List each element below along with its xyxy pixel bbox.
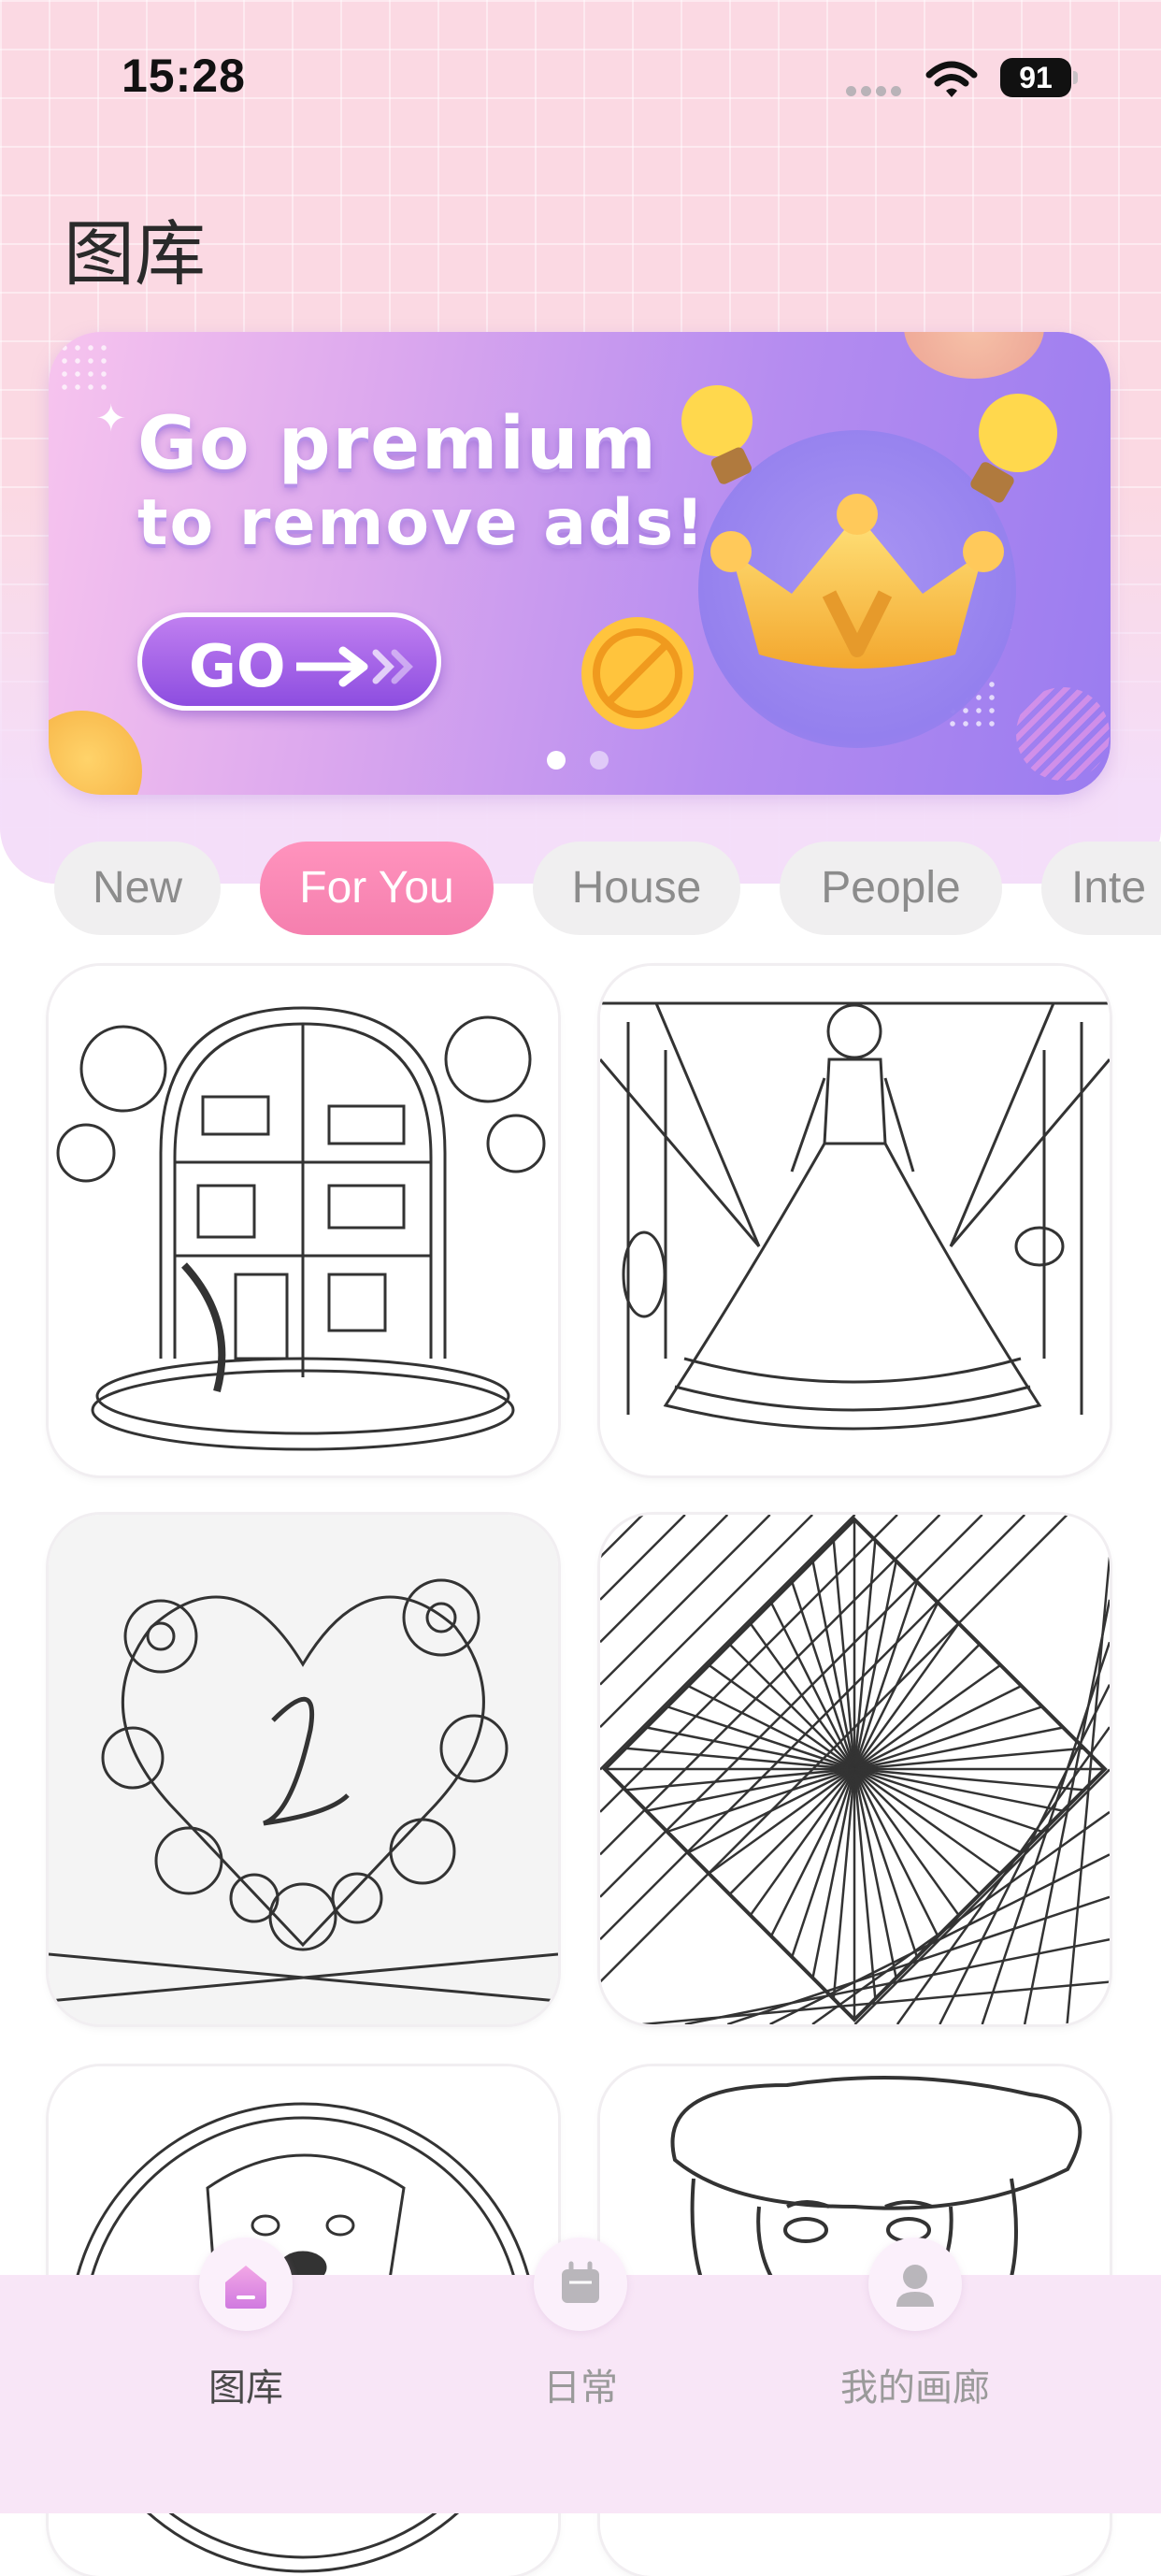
coin-decoration — [49, 711, 142, 795]
gallery-item-dollhouse[interactable] — [49, 966, 558, 1475]
dollhouse-artwork — [49, 966, 558, 1475]
dot-pattern-decoration — [58, 341, 114, 397]
tabbar-label-my-gallery: 我的画廊 — [840, 2367, 990, 2410]
page-dot-active — [547, 751, 566, 770]
profile-icon — [868, 2238, 962, 2331]
ball-gown-artwork — [600, 966, 1110, 1475]
tabbar-item-daily[interactable]: 日常 — [440, 2238, 721, 2513]
banner-subheadline: to remove ads! — [137, 486, 707, 560]
tabbar-item-my-gallery[interactable]: 我的画廊 — [775, 2238, 1055, 2513]
arrow-right-icon — [296, 646, 413, 687]
calendar-icon — [534, 2238, 627, 2331]
banner-headline: Go premium — [137, 402, 658, 486]
stripe-decoration — [1016, 687, 1110, 781]
premium-banner[interactable]: ✦ ✦ Go premium to remove ads! GO — [49, 332, 1111, 795]
banner-page-indicator[interactable] — [547, 751, 633, 774]
gallery-item-geometric[interactable] — [600, 1515, 1110, 2024]
page-dot — [590, 751, 609, 770]
go-button-label: GO — [189, 632, 286, 700]
lightbulb-icon — [970, 394, 1057, 503]
lightbulb-icon — [681, 385, 752, 484]
tabbar-item-gallery[interactable]: 图库 — [106, 2238, 386, 2513]
gallery-item-floral-heart[interactable] — [49, 1515, 558, 2024]
sparkle-icon: ✦ — [95, 398, 127, 439]
geometric-artwork — [600, 1515, 1110, 2024]
page-title: 图库 — [64, 212, 206, 295]
status-time: 15:28 — [122, 50, 246, 102]
cellular-signal-icon — [846, 84, 910, 96]
wifi-icon — [925, 61, 978, 97]
bottom-tab-bar: 图库 日常 我的画廊 — [0, 2238, 1161, 2513]
battery-indicator: 91 — [1000, 58, 1078, 97]
tabbar-label-gallery: 图库 — [208, 2367, 283, 2410]
go-premium-button[interactable]: GO — [137, 612, 441, 711]
floral-heart-artwork — [49, 1515, 558, 2024]
tabbar-label-daily: 日常 — [543, 2367, 618, 2410]
no-ads-icon — [581, 617, 694, 729]
battery-level: 91 — [1000, 58, 1071, 97]
tab-interior[interactable]: Inte — [1041, 842, 1161, 935]
home-icon — [199, 2238, 293, 2331]
tab-people[interactable]: People — [780, 842, 1002, 935]
category-tabs: New For You House People Inte — [54, 842, 1161, 935]
tab-house[interactable]: House — [533, 842, 740, 935]
tab-new[interactable]: New — [54, 842, 221, 935]
gallery-item-ball-gown[interactable] — [600, 966, 1110, 1475]
coin-decoration — [904, 332, 1044, 379]
tab-for-you[interactable]: For You — [260, 842, 494, 935]
